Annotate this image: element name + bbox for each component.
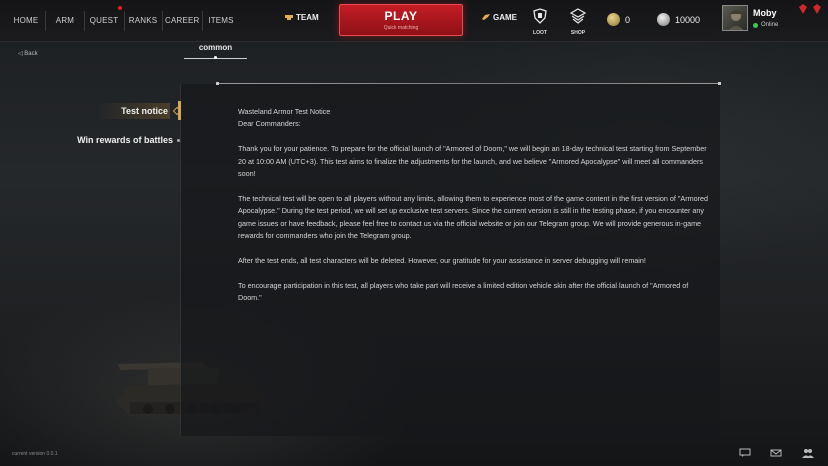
- sidebar-item-label: Win rewards of battles: [77, 135, 173, 145]
- play-label: PLAY: [384, 9, 418, 23]
- online-status: Online: [753, 22, 778, 28]
- silver-currency: 10000: [657, 13, 700, 26]
- bullet-icon: [177, 138, 180, 142]
- gold-coin-icon: [607, 13, 620, 26]
- nav-ranks[interactable]: RANKS: [127, 11, 159, 31]
- shop-button[interactable]: SHOP: [563, 8, 593, 36]
- sidebar-item-test-notice[interactable]: Test notice: [97, 102, 182, 120]
- notice-greeting: Dear Commanders:: [238, 119, 301, 129]
- nav-divider: [124, 11, 125, 31]
- notice-paragraph: The technical test will be open to all p…: [238, 193, 708, 241]
- username: Moby: [753, 8, 777, 18]
- notice-paragraph: Thank you for your patience. To prepare …: [238, 144, 707, 179]
- panel-divider: [216, 82, 721, 85]
- nav-quest[interactable]: QUEST: [88, 11, 120, 31]
- notice-paragraph: To encourage participation in this test,…: [238, 280, 689, 303]
- nav-career[interactable]: CAREER: [165, 11, 199, 31]
- team-button[interactable]: TEAM: [285, 13, 319, 22]
- loot-button[interactable]: LOOT: [525, 8, 555, 36]
- nav-divider: [162, 11, 163, 31]
- game-icon: [482, 14, 490, 20]
- game-button[interactable]: GAME: [482, 13, 517, 22]
- nav-items[interactable]: ITEMS: [205, 11, 237, 31]
- back-label: Back: [24, 51, 38, 57]
- avatar[interactable]: [722, 5, 748, 31]
- nav-divider: [84, 11, 85, 31]
- friends-icon[interactable]: [802, 448, 814, 458]
- shield-icon: [533, 8, 547, 24]
- silver-amount: 10000: [675, 14, 701, 25]
- nav-divider: [45, 11, 46, 31]
- gold-currency: 0: [607, 13, 630, 26]
- notice-body: Wasteland Armor Test Notice Dear Command…: [238, 106, 708, 317]
- notice-paragraph: After the test ends, all test characters…: [238, 255, 646, 265]
- mail-icon[interactable]: [770, 448, 782, 458]
- back-button[interactable]: ◁ Back: [18, 50, 38, 57]
- nav-arm[interactable]: ARM: [50, 11, 80, 31]
- team-label: TEAM: [296, 13, 319, 22]
- shop-label: SHOP: [570, 30, 586, 36]
- diamond-icon: [172, 106, 182, 116]
- gold-amount: 0: [625, 14, 631, 25]
- notice-title: Wasteland Armor Test Notice: [238, 107, 331, 116]
- notification-dot: [118, 6, 122, 10]
- shop-emblem-icon: [569, 8, 587, 24]
- silver-coin-icon: [657, 13, 670, 26]
- soldier-portrait-icon: [728, 10, 744, 30]
- chat-icon[interactable]: [739, 448, 751, 458]
- back-arrow-icon: ◁: [18, 51, 23, 57]
- team-icon: [285, 15, 293, 20]
- nav-divider: [202, 11, 203, 31]
- play-button[interactable]: PLAY Quick matching: [339, 4, 463, 36]
- status-text: Online: [761, 22, 779, 28]
- play-sublabel: Quick matching: [383, 25, 419, 31]
- tab-indicator: [214, 56, 217, 59]
- version-text: current version 0.0.1: [12, 451, 58, 457]
- loot-label: LOOT: [533, 30, 547, 36]
- nav-home[interactable]: HOME: [10, 11, 42, 31]
- settings-icon[interactable]: [813, 4, 821, 14]
- game-label: GAME: [493, 13, 517, 22]
- alert-icon[interactable]: [799, 4, 807, 14]
- sidebar-item-win-rewards[interactable]: Win rewards of battles: [77, 135, 180, 145]
- sidebar-item-label: Test notice: [97, 103, 170, 119]
- top-bar: HOME ARM QUEST RANKS CAREER ITEMS TEAM P…: [0, 0, 828, 42]
- online-dot-icon: [753, 22, 758, 28]
